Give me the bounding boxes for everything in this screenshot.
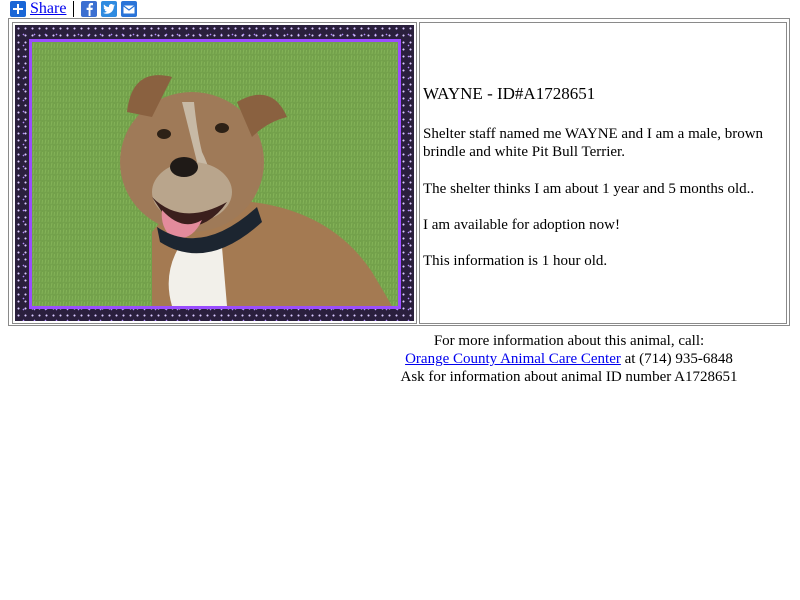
description-intro: Shelter staff named me WAYNE and I am a …: [423, 126, 764, 160]
dog-photo: [29, 39, 401, 309]
twitter-icon[interactable]: [101, 1, 118, 17]
plus-icon[interactable]: [10, 1, 26, 17]
divider: [73, 1, 75, 17]
share-link[interactable]: Share: [30, 0, 66, 18]
animal-heading: WAYNE - ID#A1728651: [423, 84, 596, 103]
description-availability: I am available for adoption now!: [423, 217, 621, 233]
email-icon[interactable]: [121, 1, 138, 17]
contact-line-2: Orange County Animal Care Center at (714…: [380, 350, 758, 368]
shelter-link[interactable]: Orange County Animal Care Center: [405, 351, 621, 367]
photo-frame: [15, 25, 414, 321]
contact-info: For more information about this animal, …: [380, 332, 758, 386]
share-bar: Share: [10, 0, 141, 18]
contact-line-1: For more information about this animal, …: [433, 333, 705, 349]
phone-text: at (714) 935-6848: [620, 351, 733, 367]
description-age: The shelter thinks I am about 1 year and…: [423, 181, 755, 197]
facebook-icon[interactable]: [81, 1, 98, 17]
photo-cell: [12, 22, 417, 324]
description-freshness: This information is 1 hour old.: [423, 253, 608, 269]
contact-line-3: Ask for information about animal ID numb…: [400, 369, 738, 385]
animal-table: WAYNE - ID#A1728651 Shelter staff named …: [8, 18, 790, 326]
info-cell: WAYNE - ID#A1728651 Shelter staff named …: [419, 22, 787, 324]
